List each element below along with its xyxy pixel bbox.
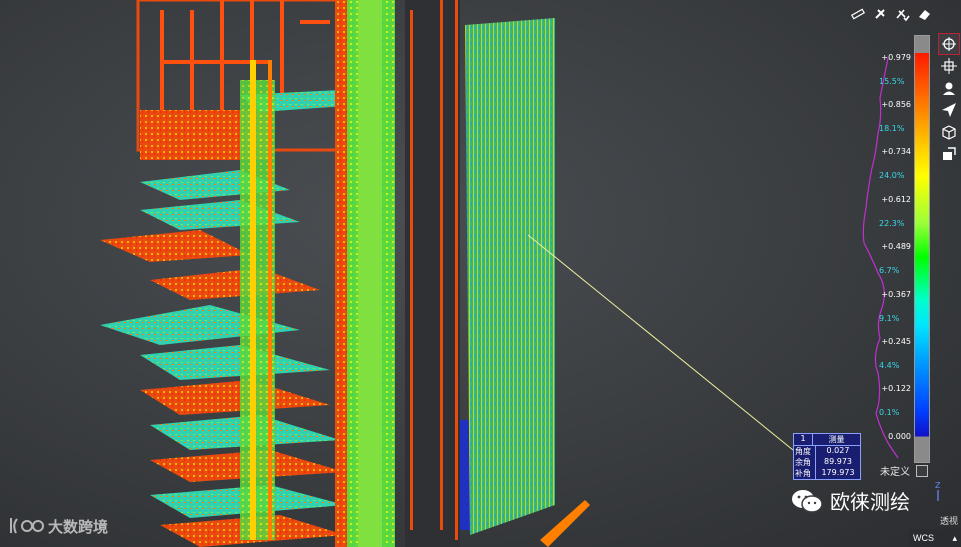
- axis-indicator-icon: Z: [935, 481, 941, 501]
- scale-percent: 6.7%: [879, 266, 900, 275]
- box-icon[interactable]: [939, 122, 959, 142]
- scanned-wall: [465, 18, 555, 535]
- measurement-value: 89.973: [824, 457, 852, 466]
- orange-column-edge: [335, 0, 347, 547]
- brand-logo-icon: [10, 518, 44, 534]
- orbit-icon[interactable]: [938, 33, 960, 55]
- scale-value: +0.979: [881, 53, 911, 62]
- scale-percent: 4.4%: [879, 361, 900, 370]
- svg-text:Z: Z: [935, 481, 941, 490]
- measurement-key: 余角: [794, 457, 816, 468]
- caret-up-icon: ▴: [952, 532, 957, 543]
- measurement-panel[interactable]: 1 测量 角度 0.027 余角 89.973 补角 179.973: [793, 433, 861, 480]
- view-mode-label[interactable]: 透视: [940, 514, 958, 527]
- wechat-icon: [792, 489, 823, 513]
- coord-system-selector[interactable]: WCS ▴: [909, 529, 961, 547]
- scale-value: 0.000: [888, 432, 911, 441]
- measurement-value: 179.973: [821, 468, 855, 477]
- scale-value: +0.489: [881, 242, 911, 251]
- scale-percent: 9.1%: [879, 314, 900, 323]
- upper-structure: [136, 0, 340, 160]
- scale-value: +0.612: [881, 195, 911, 204]
- color-scale-bar[interactable]: [914, 35, 930, 463]
- measurement-key: 角度: [794, 446, 816, 457]
- scale-percent: 0.1%: [879, 408, 900, 417]
- clip-check-icon[interactable]: [892, 4, 912, 24]
- measurement-leader: [527, 234, 794, 451]
- top-toolbar: [848, 4, 934, 24]
- distribution-histogram: [862, 58, 899, 458]
- scale-value: +0.245: [881, 337, 911, 346]
- watermark-right-text: 欧徕测绘: [830, 492, 910, 514]
- undefined-checkbox[interactable]: [916, 464, 928, 477]
- coord-system-label: WCS: [913, 533, 934, 543]
- scale-value: +0.856: [881, 100, 911, 109]
- central-scaffold: [240, 60, 275, 540]
- measurement-row: 补角 179.973: [794, 468, 860, 479]
- measure-ruler-icon[interactable]: [848, 4, 868, 24]
- scale-value: +0.734: [881, 147, 911, 156]
- scale-percent: 18.1%: [879, 124, 905, 133]
- measurement-id: 1: [794, 434, 813, 445]
- viewpoint-icon[interactable]: [939, 78, 959, 98]
- watermark-right: 欧徕测绘: [790, 486, 910, 515]
- pan-icon[interactable]: [939, 56, 959, 76]
- send-icon[interactable]: [939, 100, 959, 120]
- measurement-value: 0.027: [826, 446, 850, 455]
- measurement-header: 1 测量: [794, 434, 860, 446]
- eraser-icon[interactable]: [914, 4, 934, 24]
- green-column-core: [358, 0, 382, 547]
- undefined-toggle[interactable]: 未定义: [880, 463, 928, 478]
- scale-value: +0.122: [881, 384, 911, 393]
- scale-percent: 15.5%: [879, 77, 905, 86]
- measurement-title: 测量: [828, 435, 845, 444]
- clip-icon[interactable]: [870, 4, 890, 24]
- layers-icon[interactable]: [939, 144, 959, 164]
- measurement-row: 余角 89.973: [794, 457, 860, 468]
- scale-percent: 24.0%: [879, 171, 905, 180]
- measurement-row: 角度 0.027: [794, 446, 860, 457]
- undefined-label: 未定义: [880, 467, 910, 478]
- side-toolbar: [938, 33, 960, 164]
- dark-shaft: [405, 0, 472, 547]
- scale-percent: 22.3%: [879, 219, 905, 228]
- watermark-left: 大数跨境: [8, 515, 108, 537]
- measurement-key: 补角: [794, 468, 816, 479]
- scale-value: +0.367: [881, 290, 911, 299]
- watermark-left-text: 大数跨境: [48, 518, 109, 536]
